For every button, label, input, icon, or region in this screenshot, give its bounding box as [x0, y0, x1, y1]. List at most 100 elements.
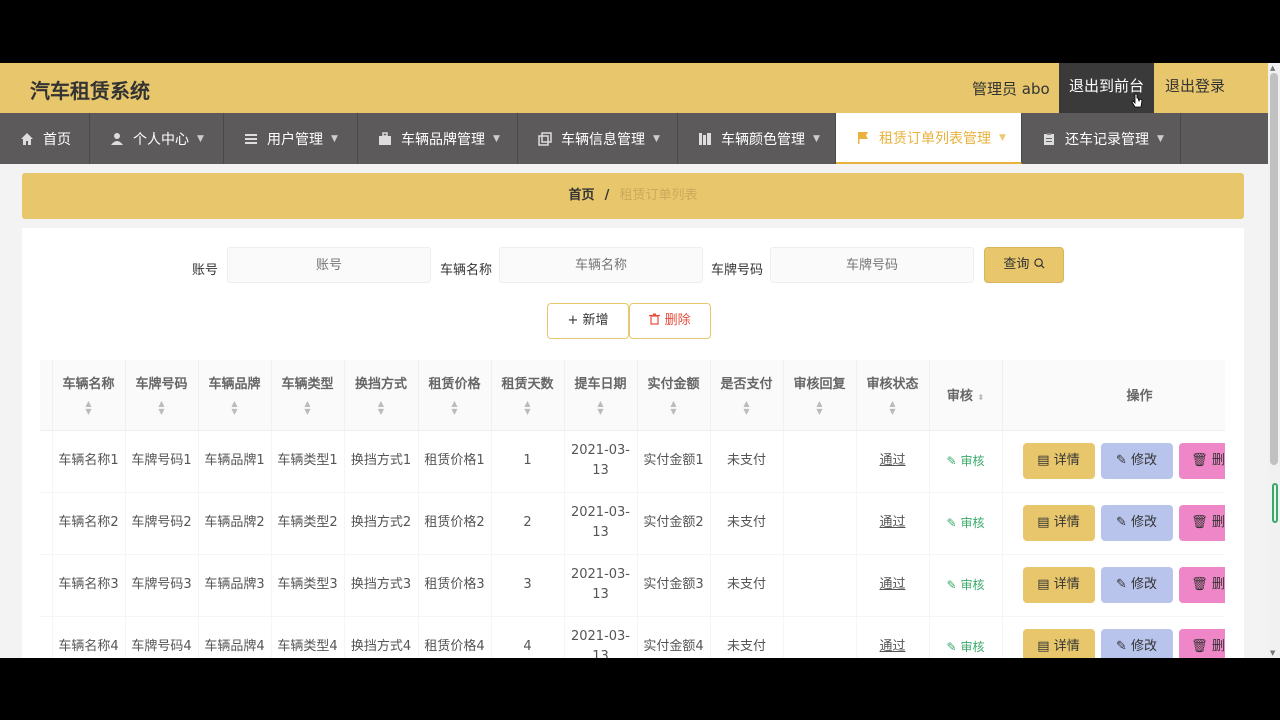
audit-status-link[interactable]: 通过: [879, 453, 905, 468]
plus-icon: +: [567, 313, 579, 328]
column-header[interactable]: 审核 ⬍: [929, 360, 1003, 431]
nav-label: 还车记录管理: [1065, 131, 1149, 148]
column-header[interactable]: 车牌号码 ▲ ▼: [125, 360, 199, 431]
plate-label: 车牌号码: [711, 263, 764, 278]
car-name-input[interactable]: [499, 247, 703, 283]
add-label: 新增: [582, 313, 609, 328]
nav-item-personal[interactable]: 个人中心 ▼: [90, 113, 224, 164]
table-cell: 未支付: [710, 616, 784, 658]
nav-label: 首页: [43, 131, 71, 148]
table-cell: 实付金额4: [637, 616, 711, 658]
audit-link[interactable]: ✎ 审核: [947, 578, 985, 592]
side-handle[interactable]: [1272, 483, 1278, 523]
edit-button[interactable]: ✎ 修改: [1100, 443, 1173, 479]
column-header[interactable]: 审核回复 ▲ ▼: [783, 360, 857, 431]
table-cell: 实付金额1: [637, 430, 711, 493]
audit-status-link[interactable]: 通过: [879, 639, 905, 654]
user-icon: [111, 132, 123, 145]
detail-button[interactable]: ▤ 详情: [1022, 443, 1095, 479]
audit-status-link[interactable]: 通过: [879, 515, 905, 530]
scroll-down-icon[interactable]: ▼: [1270, 649, 1275, 657]
delete-button[interactable]: 删除: [629, 303, 711, 339]
query-button[interactable]: 查询: [984, 247, 1064, 283]
sort-icon: ▲ ▼: [816, 399, 823, 417]
scroll-up-icon[interactable]: ▲: [1270, 64, 1275, 72]
edit-button[interactable]: ✎ 修改: [1100, 505, 1173, 541]
nav-item-vehicle-info[interactable]: 车辆信息管理 ▼: [518, 113, 678, 164]
sort-icon: ▲ ▼: [158, 399, 165, 417]
table-cell: 租赁价格3: [418, 554, 492, 617]
audit-link[interactable]: ✎ 审核: [947, 454, 985, 468]
audit-cell[interactable]: ✎ 审核: [929, 554, 1003, 617]
remove-button[interactable]: 🗑 删除: [1178, 629, 1225, 658]
clipboard-icon: [1044, 132, 1054, 145]
audit-link[interactable]: ✎ 审核: [947, 640, 985, 654]
column-header[interactable]: 车辆名称 ▲ ▼: [52, 360, 126, 431]
sort-icon: ▲ ▼: [670, 399, 677, 417]
remove-button[interactable]: 🗑 删除: [1178, 505, 1225, 541]
audit-cell[interactable]: ✎ 审核: [929, 616, 1003, 658]
app-title: 汽车租赁系统: [30, 79, 150, 103]
audit-status-link[interactable]: 通过: [879, 577, 905, 592]
column-header[interactable]: 换挡方式 ▲ ▼: [344, 360, 419, 431]
column-header[interactable]: 车辆品牌 ▲ ▼: [198, 360, 272, 431]
column-header[interactable]: 车辆类型 ▲ ▼: [271, 360, 345, 431]
chevron-down-icon: ▼: [331, 133, 338, 144]
detail-button[interactable]: ▤ 详情: [1022, 505, 1095, 541]
column-header[interactable]: 实付金额 ▲ ▼: [637, 360, 711, 431]
logout-button[interactable]: 退出登录: [1155, 63, 1245, 113]
audit-status-cell[interactable]: 通过: [856, 492, 930, 555]
nav-item-home[interactable]: 首页: [0, 113, 90, 164]
admin-label: 管理员 abo: [972, 80, 1050, 98]
trash-icon: 🗑: [1191, 453, 1208, 468]
column-header[interactable]: 租赁天数 ▲ ▼: [491, 360, 565, 431]
audit-status-cell[interactable]: 通过: [856, 430, 930, 493]
scrollbar-thumb[interactable]: [1270, 73, 1278, 465]
edit-pencil-icon: ✎: [946, 515, 957, 530]
sort-icon: ⬍: [977, 393, 985, 403]
trash-icon: [649, 313, 661, 325]
nav-item-brand[interactable]: 车辆品牌管理 ▼: [358, 113, 518, 164]
detail-button[interactable]: ▤ 详情: [1022, 567, 1095, 603]
add-button[interactable]: + 新增: [547, 303, 629, 339]
page-scrollbar[interactable]: ▲ ▼: [1268, 63, 1280, 658]
nav-item-rental-orders[interactable]: 租赁订单列表管理 ▼: [836, 113, 1022, 164]
column-header[interactable]: 是否支付 ▲ ▼: [710, 360, 784, 431]
sort-icon: ▲ ▼: [597, 399, 604, 417]
edit-button[interactable]: ✎ 修改: [1100, 567, 1173, 603]
chevron-down-icon: ▼: [197, 133, 204, 144]
copy-icon: [538, 131, 552, 146]
remove-button[interactable]: 🗑 删除: [1178, 567, 1225, 603]
detail-button[interactable]: ▤ 详情: [1022, 629, 1095, 658]
breadcrumb-current: 租赁订单列表: [619, 188, 698, 203]
column-header[interactable]: 租赁价格 ▲ ▼: [418, 360, 492, 431]
audit-link[interactable]: ✎ 审核: [947, 516, 985, 530]
table-cell: 车辆名称4: [52, 616, 126, 658]
orders-table: 车辆名称 ▲ ▼ 车牌号码 ▲ ▼ 车辆品牌 ▲ ▼ 车辆类型 ▲ ▼ 换挡方式 ▲ ▼ 租赁价格 ▲…: [40, 360, 1225, 658]
audit-reply-cell: [783, 554, 857, 617]
edit-pencil-icon: ✎: [946, 577, 957, 592]
chevron-down-icon: ▼: [999, 132, 1006, 143]
table-cell: 换挡方式3: [344, 554, 419, 617]
audit-status-cell[interactable]: 通过: [856, 554, 930, 617]
nav-item-return-records[interactable]: 还车记录管理 ▼: [1022, 113, 1181, 164]
table-row: 车辆名称2 车牌号码2 车辆品牌2 车辆类型2 换挡方式2 租赁价格2 2 2021-03-1…: [40, 492, 1225, 555]
plate-input[interactable]: [770, 247, 974, 283]
breadcrumb-home[interactable]: 首页: [568, 188, 594, 203]
nav-item-users[interactable]: 用户管理 ▼: [224, 113, 358, 164]
audit-cell[interactable]: ✎ 审核: [929, 492, 1003, 555]
account-input[interactable]: [227, 247, 431, 283]
nav-item-color[interactable]: 车辆颜色管理 ▼: [678, 113, 836, 164]
audit-cell[interactable]: ✎ 审核: [929, 430, 1003, 493]
query-label: 查询: [1003, 257, 1030, 272]
content-panel: 账号 车辆名称 车牌号码 查询 + 新增 删除: [22, 228, 1244, 658]
top-header: 汽车租赁系统 管理员 abo 退出到前台 退出登录: [0, 63, 1268, 113]
audit-status-cell[interactable]: 通过: [856, 616, 930, 658]
column-header[interactable]: 审核状态 ▲ ▼: [856, 360, 930, 431]
table-cell: 车辆名称1: [52, 430, 126, 493]
remove-button[interactable]: 🗑 删除: [1178, 443, 1225, 479]
edit-button[interactable]: ✎ 修改: [1100, 629, 1173, 658]
edit-pencil-icon: ✎: [946, 639, 957, 654]
column-header[interactable]: 提车日期 ▲ ▼: [564, 360, 638, 431]
table-cell: 租赁价格4: [418, 616, 492, 658]
